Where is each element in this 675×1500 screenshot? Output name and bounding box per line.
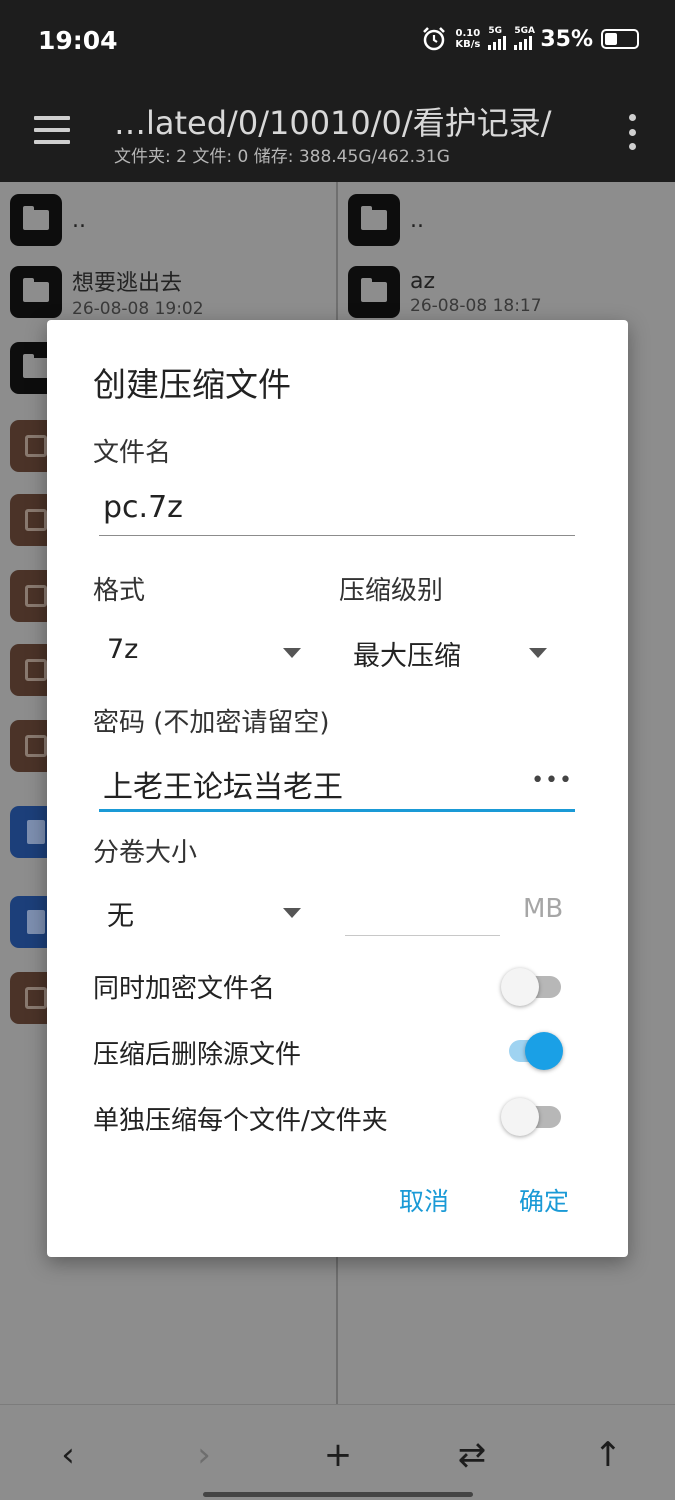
more-options-icon[interactable] (629, 114, 637, 150)
menu-icon[interactable] (34, 116, 70, 144)
signal-sim1-icon: 5G (488, 26, 507, 50)
split-size-label: 分卷大小 (93, 838, 198, 868)
compress-individually-toggle[interactable] (501, 1096, 563, 1136)
create-archive-dialog: 创建压缩文件 文件名 pc.7z 格式 压缩级别 7z 最大压缩 密码 (不加密… (47, 320, 628, 1257)
password-label: 密码 (不加密请留空) (93, 708, 330, 738)
back-icon[interactable]: ‹ (38, 1425, 98, 1485)
storage-summary: 文件夹: 2 文件: 0 储存: 388.45G/462.31G (114, 147, 450, 167)
split-size-select[interactable]: 无 (107, 894, 307, 938)
folder-icon (10, 194, 62, 246)
list-item[interactable]: .. (10, 192, 86, 248)
alarm-icon (423, 27, 446, 51)
cancel-button[interactable]: 取消 (399, 1182, 449, 1218)
parent-folder-icon[interactable]: ↑ (578, 1425, 638, 1485)
delete-source-label: 压缩后删除源文件 (93, 1040, 302, 1070)
chevron-down-icon (529, 648, 547, 658)
split-size-input[interactable] (345, 890, 500, 936)
more-horizontal-icon[interactable]: ••• (531, 768, 573, 793)
compress-individually-label: 单独压缩每个文件/文件夹 (93, 1106, 388, 1136)
current-path[interactable]: …lated/0/10010/0/看护记录/ (114, 98, 551, 144)
list-item[interactable]: .. (348, 192, 424, 248)
filename-label: 文件名 (93, 438, 172, 468)
status-bar: 19:04 0.10 KB/s 5G 5GA 35% (0, 0, 675, 84)
folder-icon (348, 194, 400, 246)
battery-icon (601, 29, 639, 49)
password-input[interactable]: 上老王论坛当老王 ••• (99, 762, 575, 812)
folder-icon (348, 266, 400, 318)
compression-level-label: 压缩级别 (339, 576, 444, 606)
add-icon[interactable]: + (308, 1425, 368, 1485)
forward-icon[interactable]: › (174, 1425, 234, 1485)
swap-panes-icon[interactable]: ⇄ (442, 1425, 502, 1485)
dialog-title: 创建压缩文件 (93, 365, 291, 404)
list-item[interactable]: 想要逃出去 26-08-08 19:02 (10, 264, 204, 320)
confirm-button[interactable]: 确定 (519, 1182, 569, 1218)
clock: 19:04 (38, 26, 118, 55)
bottom-toolbar: ‹ › + ⇄ ↑ (0, 1404, 675, 1500)
battery-percent: 35% (540, 26, 593, 52)
folder-icon (10, 266, 62, 318)
signal-sim2-icon: 5GA (514, 26, 535, 50)
home-indicator[interactable] (203, 1492, 473, 1497)
app-bar: …lated/0/10010/0/看护记录/ 文件夹: 2 文件: 0 储存: … (0, 84, 675, 182)
chevron-down-icon (283, 908, 301, 918)
encrypt-filenames-toggle[interactable] (501, 966, 563, 1006)
format-select[interactable]: 7z (107, 634, 307, 678)
delete-source-toggle[interactable] (501, 1030, 563, 1070)
filename-input[interactable]: pc.7z (99, 490, 575, 536)
list-item[interactable]: az 26-08-08 18:17 (348, 264, 542, 320)
encrypt-filenames-label: 同时加密文件名 (93, 974, 276, 1004)
compression-level-select[interactable]: 最大压缩 (353, 634, 553, 678)
network-speed: 0.10 KB/s (455, 28, 481, 50)
status-icons: 0.10 KB/s 5G 5GA 35% (421, 26, 639, 52)
chevron-down-icon (283, 648, 301, 658)
split-size-unit: MB (523, 894, 564, 924)
format-label: 格式 (93, 576, 146, 606)
